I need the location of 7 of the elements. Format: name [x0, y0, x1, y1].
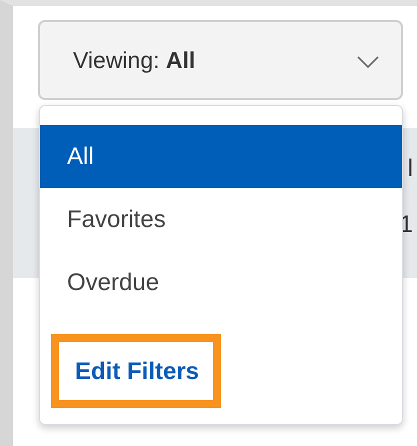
menu-option[interactable]: All: [40, 125, 402, 188]
menu-option[interactable]: Overdue: [40, 251, 402, 314]
edit-filters-link[interactable]: Edit Filters: [51, 334, 222, 408]
menu-option[interactable]: Favorites: [40, 188, 402, 251]
table-cell: l: [408, 156, 413, 182]
chevron-down-icon: [357, 56, 379, 68]
viewing-dropdown[interactable]: Viewing: All: [38, 20, 403, 100]
